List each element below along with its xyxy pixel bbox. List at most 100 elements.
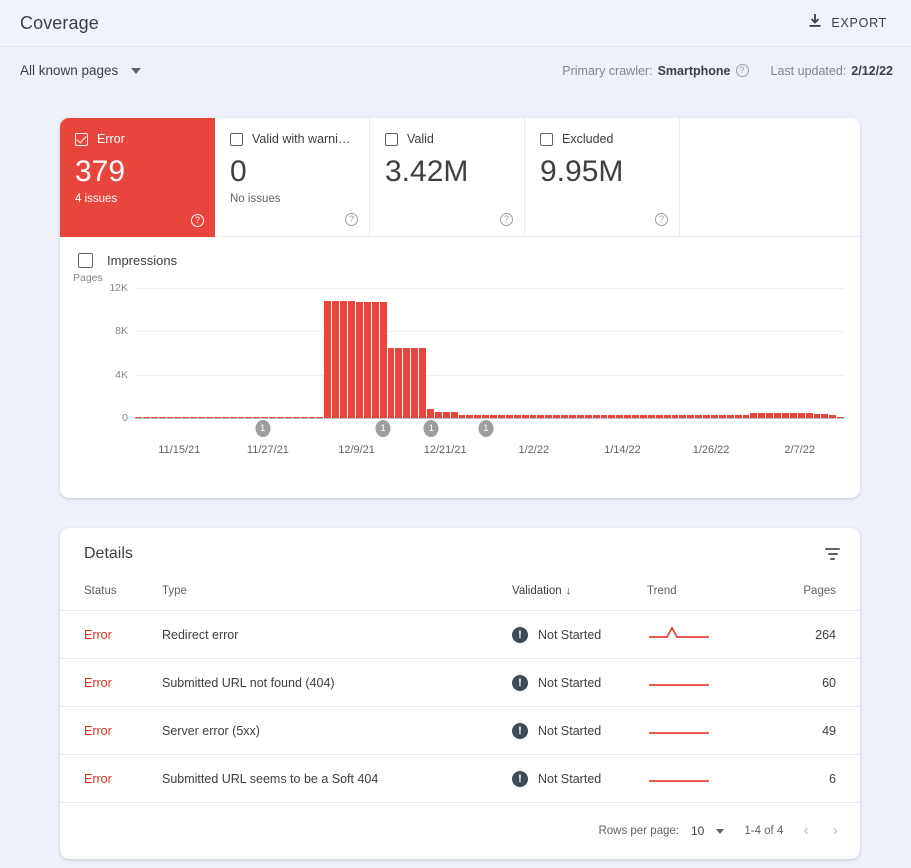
chart-bar[interactable] [743, 415, 750, 418]
chart-bar[interactable] [230, 417, 237, 418]
chevron-down-icon[interactable] [716, 829, 724, 834]
chart-bar[interactable] [514, 415, 521, 418]
chart-bar[interactable] [837, 417, 844, 418]
chart-bar[interactable] [324, 301, 331, 418]
chart-bar[interactable] [459, 415, 466, 418]
chart-bar[interactable] [253, 417, 260, 418]
chart-bar[interactable] [372, 302, 379, 418]
chart-bar[interactable] [616, 415, 623, 418]
chart-bar[interactable] [506, 415, 513, 418]
checkbox-icon[interactable] [78, 253, 93, 268]
chart-bar[interactable] [829, 415, 836, 418]
chart-bar[interactable] [672, 415, 679, 418]
chart-bar[interactable] [821, 414, 828, 418]
filter-icon[interactable] [825, 548, 840, 560]
chart-bar[interactable] [750, 413, 757, 418]
chart-bar[interactable] [427, 409, 434, 418]
help-icon[interactable]: ? [655, 213, 668, 226]
chart-bar[interactable] [277, 417, 284, 418]
chart-bar[interactable] [648, 415, 655, 418]
help-icon[interactable]: ? [345, 213, 358, 226]
chart-bar[interactable] [806, 413, 813, 418]
status-card-excluded[interactable]: Excluded 9.95M ? [525, 118, 680, 237]
export-button[interactable]: EXPORT [802, 9, 893, 37]
table-row[interactable]: ErrorSubmitted URL seems to be a Soft 40… [60, 755, 860, 803]
chart-bar[interactable] [403, 348, 410, 418]
chart-bar[interactable] [388, 348, 395, 418]
chart-bar[interactable] [285, 417, 292, 418]
chart-bar[interactable] [498, 415, 505, 418]
chart-bar[interactable] [782, 413, 789, 418]
chart-bar[interactable] [577, 415, 584, 418]
chart-bar[interactable] [222, 417, 229, 418]
table-row[interactable]: ErrorRedirect error!Not Started264 [60, 611, 860, 659]
chart-bar[interactable] [679, 415, 686, 418]
chart-bar[interactable] [364, 302, 371, 418]
chart-bar[interactable] [182, 417, 189, 418]
page-filter-dropdown[interactable]: All known pages [20, 63, 141, 78]
chart-bar[interactable] [601, 415, 608, 418]
chart-bar[interactable] [340, 301, 347, 418]
chart-bar[interactable] [451, 412, 458, 419]
checkbox-icon[interactable] [540, 133, 553, 146]
chart-bar[interactable] [522, 415, 529, 418]
chart-annotation-marker[interactable]: 1 [255, 420, 270, 437]
chart-bar[interactable] [687, 415, 694, 418]
status-card-valid[interactable]: Valid 3.42M ? [370, 118, 525, 237]
chart-bar[interactable] [790, 413, 797, 418]
chart-bar[interactable] [640, 415, 647, 418]
column-header-trend[interactable]: Trend [647, 579, 757, 611]
column-header-status[interactable]: Status [60, 579, 162, 611]
chart-bar[interactable] [135, 417, 142, 418]
chart-bar[interactable] [569, 415, 576, 418]
chart-bar[interactable] [309, 417, 316, 418]
table-row[interactable]: ErrorServer error (5xx)!Not Started49 [60, 707, 860, 755]
chart-bar[interactable] [545, 415, 552, 418]
chart-bar[interactable] [703, 415, 710, 418]
column-header-validation[interactable]: Validation↓ [512, 579, 647, 611]
chart-bar[interactable] [632, 415, 639, 418]
column-header-type[interactable]: Type [162, 579, 512, 611]
checkbox-icon[interactable] [75, 133, 88, 146]
chart-bar[interactable] [443, 412, 450, 419]
chart-bar[interactable] [293, 417, 300, 418]
chevron-right-icon[interactable]: › [833, 823, 838, 839]
chart-bar[interactable] [174, 417, 181, 418]
chart-bar[interactable] [466, 415, 473, 418]
checkbox-icon[interactable] [385, 133, 398, 146]
chart-bar[interactable] [301, 417, 308, 418]
chart-bar[interactable] [482, 415, 489, 418]
chart-bar[interactable] [814, 414, 821, 418]
chart-bar[interactable] [593, 415, 600, 418]
chart-bar[interactable] [711, 415, 718, 418]
chart-bar[interactable] [167, 417, 174, 418]
chart-bar[interactable] [727, 415, 734, 418]
chart-annotation-marker[interactable]: 1 [478, 420, 493, 437]
chart-bar[interactable] [245, 417, 252, 418]
help-icon[interactable]: ? [191, 214, 204, 227]
chart-bar[interactable] [474, 415, 481, 418]
status-card-valid-with-warnings[interactable]: Valid with warnin… 0 No issues ? [215, 118, 370, 237]
chart-bar[interactable] [419, 348, 426, 418]
chart-bar[interactable] [261, 417, 268, 418]
chart-bar[interactable] [159, 417, 166, 418]
chart-bar[interactable] [214, 417, 221, 418]
chart-bar[interactable] [143, 417, 150, 418]
chart-bar[interactable] [198, 417, 205, 418]
chart-bar[interactable] [735, 415, 742, 418]
column-header-pages[interactable]: Pages [757, 579, 860, 611]
chart-bar[interactable] [695, 415, 702, 418]
chart-bar[interactable] [190, 417, 197, 418]
chart-annotation-marker[interactable]: 1 [424, 420, 439, 437]
chart-bar[interactable] [585, 415, 592, 418]
chart-bar[interactable] [624, 415, 631, 418]
chart-bar[interactable] [316, 417, 323, 418]
chart-bar[interactable] [664, 415, 671, 418]
help-icon[interactable]: ? [736, 64, 749, 77]
rows-per-page[interactable]: Rows per page: 10 [598, 824, 724, 838]
chart-bar[interactable] [411, 348, 418, 418]
chart-bar[interactable] [530, 415, 537, 418]
chart-annotation-marker[interactable]: 1 [376, 420, 391, 437]
chart-bar[interactable] [798, 413, 805, 418]
impressions-toggle[interactable]: Impressions [60, 237, 210, 268]
